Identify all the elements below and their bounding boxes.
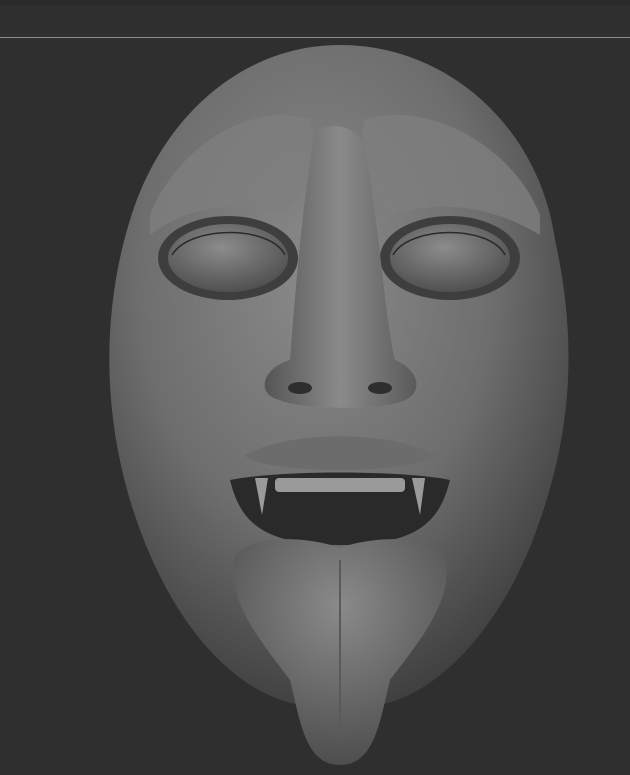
sculpted-head-model-icon xyxy=(109,45,569,765)
right-eye xyxy=(390,224,510,292)
top-toolbar-strip xyxy=(0,0,630,5)
left-eye xyxy=(168,224,288,292)
3d-viewport[interactable] xyxy=(0,38,630,775)
